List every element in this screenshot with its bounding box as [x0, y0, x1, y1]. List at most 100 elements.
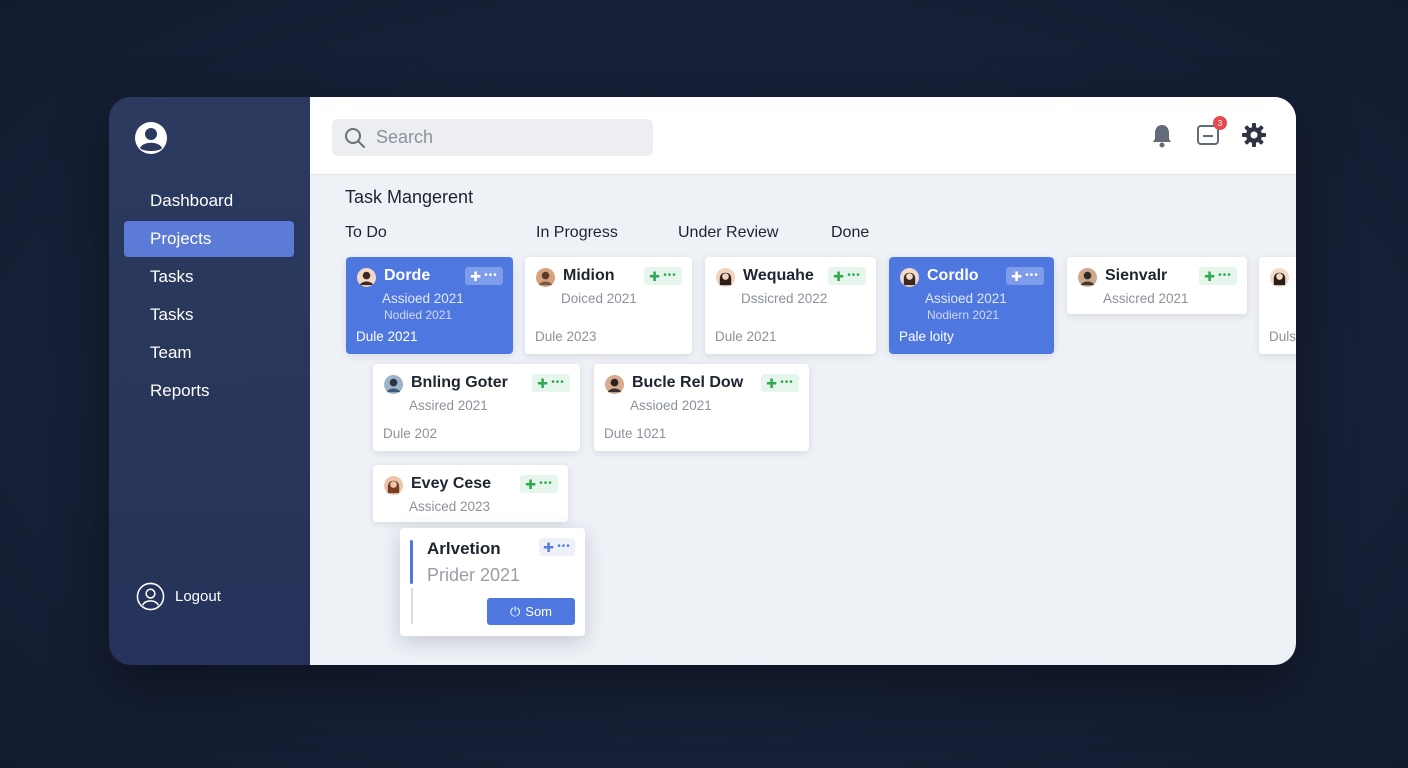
task-card[interactable]: Wequahe ✚ ••• Dssicred 2022 Dule 2021	[705, 257, 876, 354]
column-header-todo: To Do	[345, 224, 387, 241]
card-title: Midion	[563, 267, 615, 284]
search-box[interactable]	[332, 119, 653, 156]
topbar: 3	[310, 97, 1296, 175]
card-due: Dule 2021	[356, 329, 418, 344]
more-dots-icon: •••	[551, 377, 565, 388]
plus-icon: ✚	[525, 476, 537, 492]
avatar-icon	[716, 268, 735, 287]
card-tag[interactable]: ✚ •••	[520, 475, 558, 493]
card-subtitle-2: Nodiern 2021	[927, 308, 1000, 322]
bell-icon	[1153, 125, 1171, 148]
gear-icon	[1242, 123, 1266, 147]
sidebar-item-tasks-2[interactable]: Tasks	[124, 297, 294, 333]
avatar-icon	[605, 375, 624, 394]
main-area: 3	[310, 97, 1296, 665]
avatar-icon	[357, 268, 376, 287]
more-dots-icon: •••	[663, 270, 677, 281]
card-subtitle: Dssicred 2022	[741, 291, 828, 306]
popup-tag[interactable]: ✚ •••	[539, 538, 575, 556]
card-tag[interactable]: ✚ •••	[465, 267, 503, 285]
task-card[interactable]: Bucle Rel Dow ✚ ••• Assioed 2021 Dute 102…	[594, 364, 809, 451]
card-subtitle: Doiced 2021	[561, 291, 637, 306]
sidebar-item-tasks[interactable]: Tasks	[124, 259, 294, 295]
sidebar-item-projects[interactable]: Projects	[124, 221, 294, 257]
user-avatar-icon[interactable]	[134, 121, 168, 155]
card-tag[interactable]: ✚ •••	[644, 267, 682, 285]
card-title: Bucle Rel Dow	[632, 374, 744, 391]
topbar-icons: 3	[1130, 116, 1268, 149]
plus-icon: ✚	[470, 268, 482, 284]
plus-icon: ✚	[1204, 268, 1216, 284]
column-header-in-progress: In Progress	[536, 224, 618, 241]
avatar-icon	[384, 375, 403, 394]
card-due: Pale loity	[899, 329, 954, 344]
task-card[interactable]: Sienvalr ✚ ••• Assicred 2021	[1067, 257, 1247, 314]
sidebar-item-team[interactable]: Team	[124, 335, 294, 371]
sidebar-item-reports[interactable]: Reports	[124, 373, 294, 409]
logout-button[interactable]: Logout	[136, 582, 221, 611]
popup-subtitle: Prider 2021	[427, 565, 521, 585]
plus-icon: ✚	[766, 375, 778, 391]
notification-badge: 3	[1213, 116, 1227, 130]
card-title: Wequahe	[743, 267, 814, 284]
card-due: Dute 1021	[604, 426, 667, 441]
task-detail-popup[interactable]: Arlvetion ✚ ••• Prider 2021 ⏻ Som	[400, 528, 585, 636]
task-card[interactable]: Dorde ✚ ••• Assioed 2021 Nodied 2021 Dule…	[346, 257, 513, 354]
card-tag[interactable]: ✚ •••	[1199, 267, 1237, 285]
task-card[interactable]: Bnling Goter ✚ ••• Assired 2021 Dule 202	[373, 364, 580, 451]
card-due: Dule 2023	[535, 329, 597, 344]
messages-button[interactable]: 3	[1194, 116, 1227, 149]
avatar-icon	[1078, 268, 1097, 287]
task-card[interactable]: Evey Cese ✚ ••• Assiced 2023	[373, 465, 568, 522]
sidebar-nav: Dashboard Projects Tasks Tasks Team Repo…	[124, 183, 294, 411]
card-tag[interactable]: ✚ •••	[532, 374, 570, 392]
card-due: Dule 2021	[715, 329, 777, 344]
card-title: Dorde	[384, 267, 431, 284]
card-subtitle: Assiced 2023	[409, 499, 491, 514]
plus-icon: ✚	[1011, 268, 1023, 284]
card-title: Evey Cese	[411, 475, 492, 492]
search-input[interactable]	[376, 127, 626, 148]
more-dots-icon: •••	[1025, 270, 1039, 281]
avatar-icon	[536, 268, 555, 287]
more-dots-icon: •••	[539, 478, 553, 489]
task-card[interactable]: Duls	[1259, 257, 1296, 354]
task-card[interactable]: Midion ✚ ••• Doiced 2021 Dule 2023	[525, 257, 692, 354]
card-tag[interactable]: ✚ •••	[1006, 267, 1044, 285]
card-title: Sienvalr	[1105, 267, 1168, 284]
avatar-icon	[1270, 268, 1289, 287]
popup-action-button[interactable]: ⏻ Som	[487, 598, 575, 625]
card-title: Bnling Goter	[411, 374, 508, 391]
card-tag[interactable]: ✚ •••	[761, 374, 799, 392]
card-subtitle-2: Nodied 2021	[384, 308, 453, 322]
card-tag[interactable]: ✚ •••	[828, 267, 866, 285]
card-due: Dule 202	[383, 426, 438, 441]
column-header-under-review: Under Review	[678, 224, 779, 241]
app-window: Dashboard Projects Tasks Tasks Team Repo…	[109, 97, 1296, 665]
plus-icon: ✚	[537, 375, 549, 391]
settings-button[interactable]	[1240, 121, 1268, 149]
popup-accent-bar	[410, 540, 413, 584]
avatar-icon	[384, 476, 403, 495]
popup-divider	[411, 588, 413, 624]
search-icon	[345, 127, 365, 148]
logout-label: Logout	[175, 588, 221, 605]
sidebar-item-dashboard[interactable]: Dashboard	[124, 183, 294, 219]
task-card[interactable]: Cordlo ✚ ••• Assioed 2021 Nodiern 2021 Pa…	[889, 257, 1054, 354]
notifications-button[interactable]	[1148, 121, 1176, 149]
more-dots-icon: •••	[847, 270, 861, 281]
card-subtitle: Assioed 2021	[382, 291, 464, 306]
popup-button-label: Som	[525, 604, 553, 619]
popup-title: Arlvetion	[427, 539, 501, 558]
more-dots-icon: •••	[780, 377, 794, 388]
more-dots-icon: •••	[1218, 270, 1232, 281]
column-header-done: Done	[831, 224, 870, 241]
logout-user-icon	[136, 582, 165, 611]
page-title: Task Mangerent	[345, 187, 474, 207]
card-subtitle: Assioed 2021	[630, 398, 712, 413]
plus-icon: ✚	[833, 268, 845, 284]
card-due: Duls	[1269, 329, 1296, 344]
card-subtitle: Assired 2021	[409, 398, 488, 413]
more-dots-icon: •••	[557, 541, 571, 552]
card-subtitle: Assicred 2021	[1103, 291, 1189, 306]
